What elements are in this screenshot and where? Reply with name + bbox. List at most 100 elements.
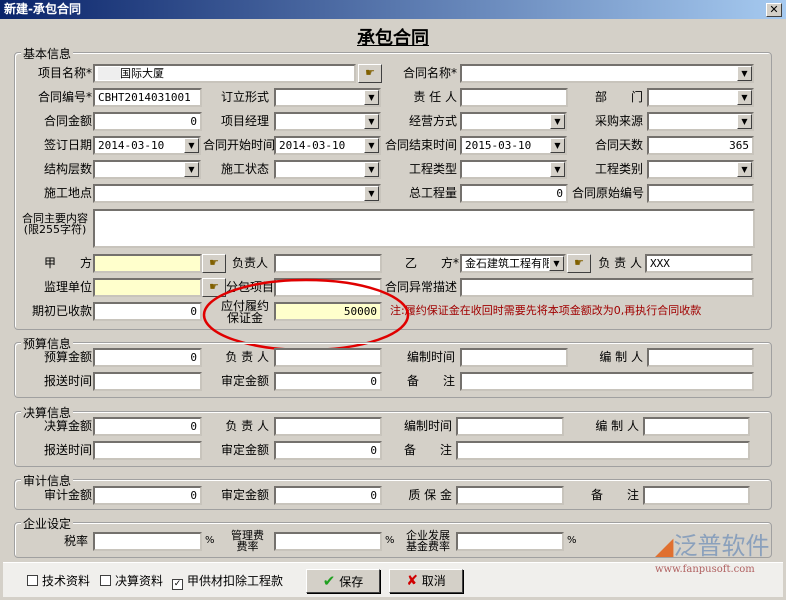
chevron-down-icon: ▼ <box>364 186 379 201</box>
label-final-remark: 备 注 <box>403 443 452 457</box>
contract-name-select[interactable]: ▼ <box>460 64 754 83</box>
total-qty-input[interactable]: 0 <box>460 184 568 203</box>
label-audit-approved: 审定金额 <box>220 488 269 502</box>
label-budget-send-time: 报送时间 <box>43 374 92 388</box>
chevron-down-icon: ▼ <box>364 90 379 105</box>
label-contract-no: 合同编号* <box>37 90 92 104</box>
cancel-button[interactable]: ✘ 取消 <box>389 569 463 593</box>
party-a-input[interactable] <box>93 254 202 273</box>
chevron-down-icon: ▼ <box>737 66 752 81</box>
operation-select[interactable]: ▼ <box>460 112 567 131</box>
label-responsible: 责 任 人 <box>413 90 457 104</box>
tax-input[interactable] <box>93 532 202 551</box>
chevron-down-icon: ▼ <box>364 138 379 153</box>
department-select[interactable]: ▼ <box>647 88 754 107</box>
title-bar: 新建-承包合同 ✕ <box>0 0 786 19</box>
pick-party-a-button[interactable]: ☛ <box>202 254 226 273</box>
chevron-down-icon: ▼ <box>550 162 565 177</box>
label-fund: 企业发展 基金费率 <box>406 529 450 553</box>
label-end-date: 合同结束时间 <box>385 138 458 152</box>
content-textarea[interactable] <box>93 209 755 248</box>
window-title: 新建-承包合同 <box>4 2 81 16</box>
sign-date-picker[interactable]: 2014-03-10 ▼ <box>93 136 201 155</box>
label-days: 合同天数 <box>594 138 643 152</box>
audit-remark-input[interactable] <box>643 486 750 505</box>
end-date-picker[interactable]: 2015-03-10 ▼ <box>460 136 567 155</box>
label-audit-warranty: 质 保 金 <box>408 488 452 502</box>
close-icon[interactable]: ✕ <box>766 3 782 17</box>
received-input[interactable]: 0 <box>93 302 202 321</box>
site-select[interactable]: ▼ <box>93 184 381 203</box>
final-made-time-input[interactable] <box>456 417 564 436</box>
status-select[interactable]: ▼ <box>274 160 381 179</box>
group-title: 基本信息 <box>21 45 74 62</box>
contract-no-input[interactable]: CBHT2014031001 <box>93 88 202 107</box>
party-a-person-input[interactable] <box>274 254 382 273</box>
original-no-input[interactable] <box>647 184 754 203</box>
amount-input[interactable]: 0 <box>93 112 202 131</box>
checkbox-deduct-materials[interactable]: ✓ 甲供材扣除工程款 <box>172 574 283 590</box>
label-budget-amount: 预算金额 <box>43 350 92 364</box>
floors-select[interactable]: ▼ <box>93 160 201 179</box>
start-date-picker[interactable]: 2014-03-10 ▼ <box>274 136 381 155</box>
deposit-note: 注:履约保证金在收回时需要先将本项金额改为0,再执行合同收款 <box>390 304 702 317</box>
label-project-type: 工程类型 <box>408 162 457 176</box>
manager-select[interactable]: ▼ <box>274 112 381 131</box>
final-send-time-input[interactable] <box>93 441 202 460</box>
label-floors: 结构层数 <box>43 162 92 176</box>
checkbox-final-docs[interactable]: 决算资料 <box>100 574 163 588</box>
party-b-select[interactable]: 金石建筑工程有限公 ▼ <box>460 254 566 273</box>
purchase-source-select[interactable]: ▼ <box>647 112 754 131</box>
budget-amount-input[interactable]: 0 <box>93 348 202 367</box>
party-b-person-input[interactable]: XXX <box>645 254 753 273</box>
project-type-select[interactable]: ▼ <box>460 160 567 179</box>
chevron-down-icon: ▼ <box>550 138 565 153</box>
label-form-type: 订立形式 <box>220 90 269 104</box>
label-budget-maker: 编 制 人 <box>599 350 643 364</box>
final-person-input[interactable] <box>274 417 382 436</box>
mgmt-rate-input[interactable] <box>274 532 382 551</box>
label-audit-amount: 审计金额 <box>43 488 92 502</box>
label-mgmt: 管理费 费率 <box>231 529 264 553</box>
chevron-down-icon: ▼ <box>364 114 379 129</box>
label-manager: 项目经理 <box>220 114 269 128</box>
final-remark-input[interactable] <box>456 441 750 460</box>
exception-input[interactable] <box>460 278 754 297</box>
budget-approved-input[interactable]: 0 <box>274 372 382 391</box>
budget-person-input[interactable] <box>274 348 382 367</box>
x-icon: ✘ <box>406 573 418 589</box>
save-button[interactable]: ✔ 保存 <box>306 569 380 593</box>
pick-party-b-button[interactable]: ☛ <box>567 254 591 273</box>
budget-remark-input[interactable] <box>460 372 754 391</box>
days-input[interactable]: 365 <box>647 136 754 155</box>
audit-amount-input[interactable]: 0 <box>93 486 202 505</box>
fund-rate-input[interactable] <box>456 532 564 551</box>
form-type-select[interactable]: ▼ <box>274 88 381 107</box>
label-original-no: 合同原始编号 <box>572 186 645 200</box>
checkmark-icon: ✔ <box>322 572 336 590</box>
budget-send-time-input[interactable] <box>93 372 202 391</box>
pick-project-button[interactable]: ☛ <box>358 64 382 83</box>
chevron-down-icon: ▼ <box>184 138 199 153</box>
label-budget-person: 负 责 人 <box>225 350 269 364</box>
project-name-input[interactable]: 国际大厦 <box>93 64 356 83</box>
checkbox-tech-docs[interactable]: 技术资料 <box>27 574 90 588</box>
fanpusoft-logo: ◢泛普软件 www.fanpusoft.com <box>655 532 770 575</box>
project-category-select[interactable]: ▼ <box>647 160 754 179</box>
final-amount-input[interactable]: 0 <box>93 417 202 436</box>
label-final-approved: 审定金额 <box>220 443 269 457</box>
final-approved-input[interactable]: 0 <box>274 441 382 460</box>
final-maker-input[interactable] <box>643 417 750 436</box>
responsible-input[interactable] <box>460 88 568 107</box>
label-party-a: 甲 方 <box>43 256 92 270</box>
budget-made-time-input[interactable] <box>460 348 568 367</box>
budget-maker-input[interactable] <box>647 348 754 367</box>
label-start-date: 合同开始时间 <box>203 138 276 152</box>
percent-unit: % <box>385 535 395 546</box>
label-final-maker: 编 制 人 <box>595 419 639 433</box>
audit-approved-input[interactable]: 0 <box>274 486 382 505</box>
chevron-down-icon: ▼ <box>737 114 752 129</box>
supervisor-input[interactable] <box>93 278 202 297</box>
audit-warranty-input[interactable] <box>456 486 564 505</box>
label-party-a-person: 负责人 <box>231 256 268 270</box>
